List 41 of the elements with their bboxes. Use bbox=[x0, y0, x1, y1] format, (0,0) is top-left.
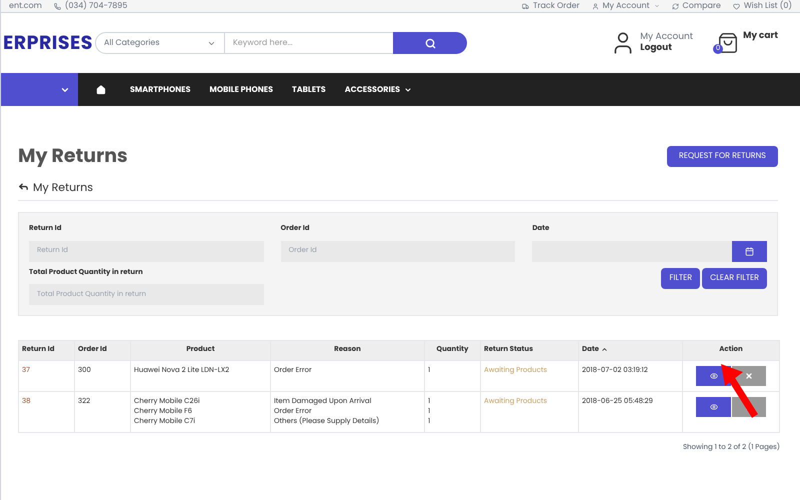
eye-icon[interactable] bbox=[710, 372, 718, 380]
request-returns-button[interactable]: REQUEST FOR RETURNS bbox=[666, 146, 778, 167]
search-field[interactable]: Keyword here... bbox=[225, 32, 393, 54]
nav-link[interactable]: TABLETS bbox=[292, 84, 326, 96]
calendar-button[interactable] bbox=[732, 240, 767, 262]
phone-text: (034) 704-7895 bbox=[64, 2, 128, 10]
date-field[interactable] bbox=[532, 240, 732, 262]
category-text: All Categories bbox=[104, 37, 160, 49]
cart-icon[interactable] bbox=[717, 32, 740, 54]
category-select[interactable]: All Categories bbox=[95, 32, 225, 54]
calendar-icon[interactable] bbox=[745, 246, 754, 256]
view-button[interactable] bbox=[696, 397, 731, 417]
nav-link[interactable]: MOBILE PHONES bbox=[210, 84, 273, 96]
top-link[interactable]: Wish List (0) bbox=[744, 2, 792, 10]
search-icon[interactable] bbox=[424, 38, 436, 48]
caret-icon[interactable] bbox=[404, 86, 412, 94]
truck-icon[interactable] bbox=[522, 2, 530, 10]
heart-icon[interactable] bbox=[732, 2, 740, 10]
close-icon[interactable] bbox=[745, 372, 753, 380]
logout-link[interactable]: Logout bbox=[640, 43, 694, 54]
nav-link[interactable]: SMARTPHONES bbox=[130, 84, 190, 96]
back-icon[interactable] bbox=[18, 181, 29, 192]
cart-label[interactable]: My cart bbox=[743, 30, 778, 44]
home-icon[interactable] bbox=[96, 84, 106, 94]
top-link[interactable]: Track Order bbox=[533, 2, 580, 10]
logo-text: ERPRISES bbox=[3, 28, 94, 58]
email-text: ent.com bbox=[9, 2, 42, 10]
eye-icon[interactable] bbox=[710, 403, 718, 411]
phone-icon bbox=[54, 2, 61, 10]
sort-icon[interactable] bbox=[601, 346, 608, 353]
clear-filter-button[interactable]: CLEAR FILTER bbox=[702, 268, 767, 288]
account-label: My Account bbox=[640, 32, 694, 43]
search-button[interactable] bbox=[393, 32, 467, 54]
top-link[interactable]: Compare bbox=[682, 2, 721, 10]
refresh-icon[interactable] bbox=[672, 2, 679, 10]
pointer-arrow bbox=[721, 364, 758, 418]
nav-link[interactable]: ACCESSORIES bbox=[344, 84, 400, 96]
page-title: My Returns bbox=[18, 142, 128, 170]
top-link[interactable]: My Account bbox=[602, 2, 650, 10]
filter-button[interactable]: FILTER bbox=[661, 268, 700, 288]
breadcrumb-text[interactable]: My Returns bbox=[33, 178, 94, 195]
